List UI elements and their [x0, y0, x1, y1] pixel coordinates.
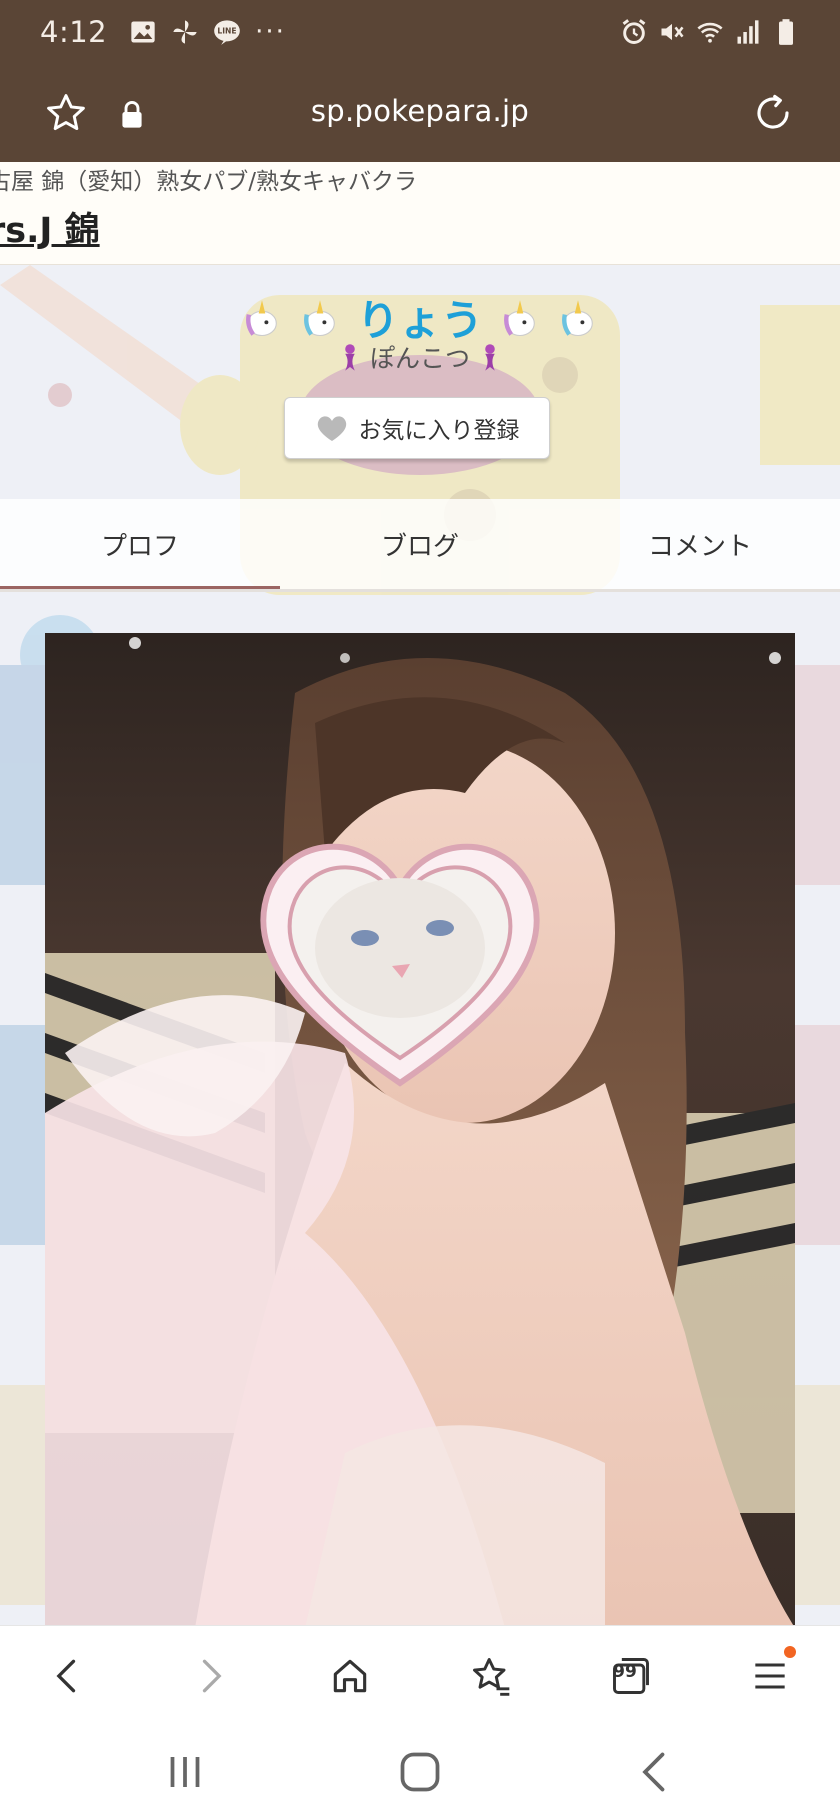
tab-profile[interactable]: プロフ	[0, 499, 280, 591]
bookmarks-button[interactable]	[463, 1648, 519, 1704]
line-app-icon: LINE	[213, 18, 241, 46]
breadcrumb[interactable]: 古屋 錦（愛知）熟女パブ/熟女キャバクラ	[0, 162, 417, 196]
tabs-button[interactable]: 99	[603, 1648, 659, 1704]
mermaid-icon	[338, 343, 362, 371]
menu-button[interactable]	[742, 1646, 798, 1704]
add-favorite-button[interactable]: お気に入り登録	[284, 397, 550, 459]
forward-button[interactable]	[182, 1648, 238, 1704]
unicorn-icon	[556, 297, 600, 341]
hamburger-menu-icon	[755, 1663, 785, 1689]
profile-tabs: プロフ ブログ コメント	[0, 499, 840, 591]
unicorn-icon	[498, 297, 542, 341]
recent-apps-button[interactable]	[160, 1747, 210, 1797]
page: 4:12 LINE ··· sp.pokepara.jp 古屋 錦（愛知）熟女パ…	[0, 0, 840, 1820]
home-square-icon	[400, 1752, 440, 1792]
chevron-left-icon	[56, 1659, 76, 1693]
site-header: 古屋 錦（愛知）熟女パブ/熟女キャバクラ rs.J 錦	[0, 162, 840, 265]
tab-comment[interactable]: コメント	[560, 499, 840, 589]
tab-blog[interactable]: ブログ	[280, 499, 560, 589]
browser-url-bar: sp.pokepara.jp	[0, 64, 840, 162]
wifi-icon	[696, 18, 724, 46]
recent-apps-icon	[170, 1757, 200, 1787]
menu-notification-dot	[784, 1646, 796, 1658]
cast-photo[interactable]	[45, 633, 795, 1625]
cast-catchphrase: ぽんこつ	[0, 339, 840, 375]
profile-area: りょう ぽんこつ お気に入り登録 プロフ ブログ コメント	[0, 265, 840, 1625]
refresh-icon[interactable]	[752, 92, 794, 134]
tabs-divider	[0, 589, 840, 592]
more-dots-icon: ···	[255, 17, 286, 47]
status-system-icons	[620, 18, 800, 46]
home-button[interactable]	[322, 1648, 378, 1704]
pinwheel-icon	[171, 18, 199, 46]
tabs-count: 99	[613, 1662, 637, 1682]
mute-icon	[658, 18, 686, 46]
signal-icon	[734, 18, 762, 46]
status-bar: 4:12 LINE ···	[0, 0, 840, 64]
shop-name-link[interactable]: rs.J 錦	[0, 202, 100, 253]
star-list-icon	[473, 1658, 510, 1696]
back-button[interactable]	[40, 1648, 96, 1704]
url-field[interactable]: sp.pokepara.jp	[0, 94, 840, 128]
svg-text:LINE: LINE	[218, 27, 237, 36]
mermaid-icon	[478, 343, 502, 371]
heart-icon	[315, 413, 349, 443]
cast-name-text: りょう	[356, 296, 483, 345]
chevron-right-icon	[202, 1659, 222, 1693]
home-nav-button[interactable]	[395, 1747, 445, 1797]
back-nav-button[interactable]	[630, 1747, 680, 1797]
add-favorite-label: お気に入り登録	[358, 418, 520, 444]
android-nav-bar	[0, 1725, 840, 1820]
status-notification-icons: LINE ···	[129, 18, 286, 46]
home-icon	[333, 1659, 367, 1693]
battery-icon	[772, 18, 800, 46]
browser-toolbar: 99	[0, 1625, 840, 1725]
back-chevron-icon	[642, 1752, 665, 1792]
unicorn-icon	[298, 297, 342, 341]
gallery-icon	[129, 18, 157, 46]
cast-catchphrase-text: ぽんこつ	[369, 344, 470, 373]
status-time: 4:12	[40, 15, 108, 49]
alarm-icon	[620, 18, 648, 46]
unicorn-icon	[240, 297, 284, 341]
